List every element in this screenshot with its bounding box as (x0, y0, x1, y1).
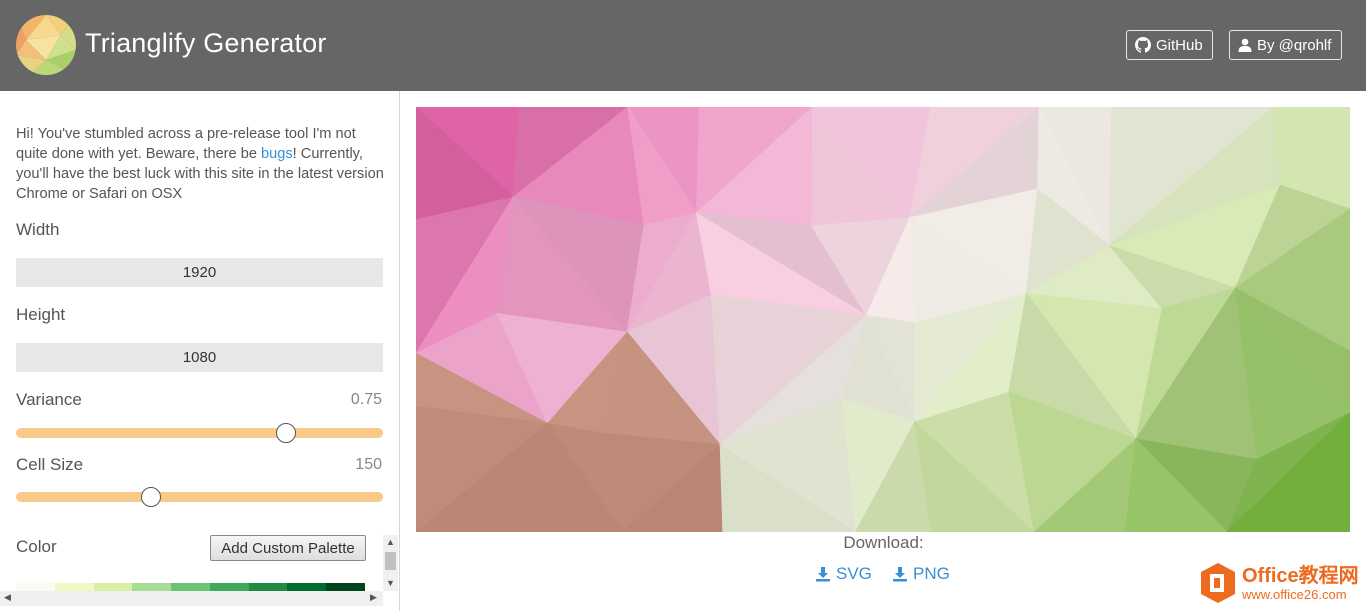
download-png-link[interactable]: PNG (892, 564, 950, 584)
github-button[interactable]: GitHub (1126, 30, 1213, 60)
download-png-label: PNG (913, 564, 950, 583)
height-label: Height (16, 305, 66, 324)
watermark-title: Office教程网 (1242, 564, 1359, 587)
color-label: Color (16, 537, 57, 556)
variance-slider[interactable] (16, 423, 383, 443)
watermark-url: www.office26.com (1242, 586, 1347, 602)
scroll-up-arrow-icon[interactable]: ▲ (386, 537, 395, 547)
github-label: GitHub (1156, 36, 1203, 54)
preview-area: Download: SVG PNG (401, 91, 1366, 611)
cell-size-label: Cell Size (16, 455, 84, 474)
github-icon (1135, 37, 1151, 53)
top-header: Trianglify Generator GitHub By @qrohlf (0, 0, 1366, 91)
settings-sidebar: Hi! You've stumbled across a pre-release… (0, 91, 400, 611)
office-logo-icon (1201, 563, 1235, 603)
width-label: Width (16, 220, 60, 239)
download-svg-link[interactable]: SVG (815, 564, 872, 584)
page-title: Trianglify Generator (85, 28, 327, 58)
download-icon (893, 567, 907, 582)
office26-watermark: Office教程网 www.office26.com (1200, 560, 1366, 606)
sidebar-vertical-scrollbar[interactable]: ▲ ▼ (383, 535, 398, 591)
width-input[interactable]: 1920 (16, 258, 383, 287)
intro-text: Hi! You've stumbled across a pre-release… (16, 126, 384, 202)
scroll-right-arrow-icon[interactable]: ▶ (370, 592, 377, 603)
height-input[interactable]: 1080 (16, 343, 383, 372)
scroll-down-arrow-icon[interactable]: ▼ (386, 578, 395, 588)
author-label: By @qrohlf (1257, 36, 1332, 54)
trianglify-logo-icon (16, 15, 76, 75)
variance-slider-thumb[interactable] (275, 423, 296, 443)
variance-label: Variance (16, 390, 82, 409)
scrollbar-thumb[interactable] (385, 552, 396, 570)
add-custom-palette-button[interactable]: Add Custom Palette (210, 535, 366, 561)
cell-size-slider-thumb[interactable] (141, 487, 162, 507)
variance-value: 0.75 (350, 391, 382, 408)
scroll-left-arrow-icon[interactable]: ◀ (4, 592, 11, 603)
sidebar-horizontal-scrollbar[interactable]: ◀ ▶ (0, 591, 383, 606)
download-label: Download: (843, 533, 924, 552)
user-icon (1238, 38, 1252, 52)
cell-size-value: 150 (355, 456, 382, 473)
author-button[interactable]: By @qrohlf (1229, 30, 1342, 60)
cell-size-slider[interactable] (16, 487, 383, 507)
trianglify-preview-image (416, 107, 1350, 532)
download-svg-label: SVG (836, 564, 872, 583)
bugs-link[interactable]: bugs (261, 146, 293, 162)
download-icon (816, 567, 830, 582)
